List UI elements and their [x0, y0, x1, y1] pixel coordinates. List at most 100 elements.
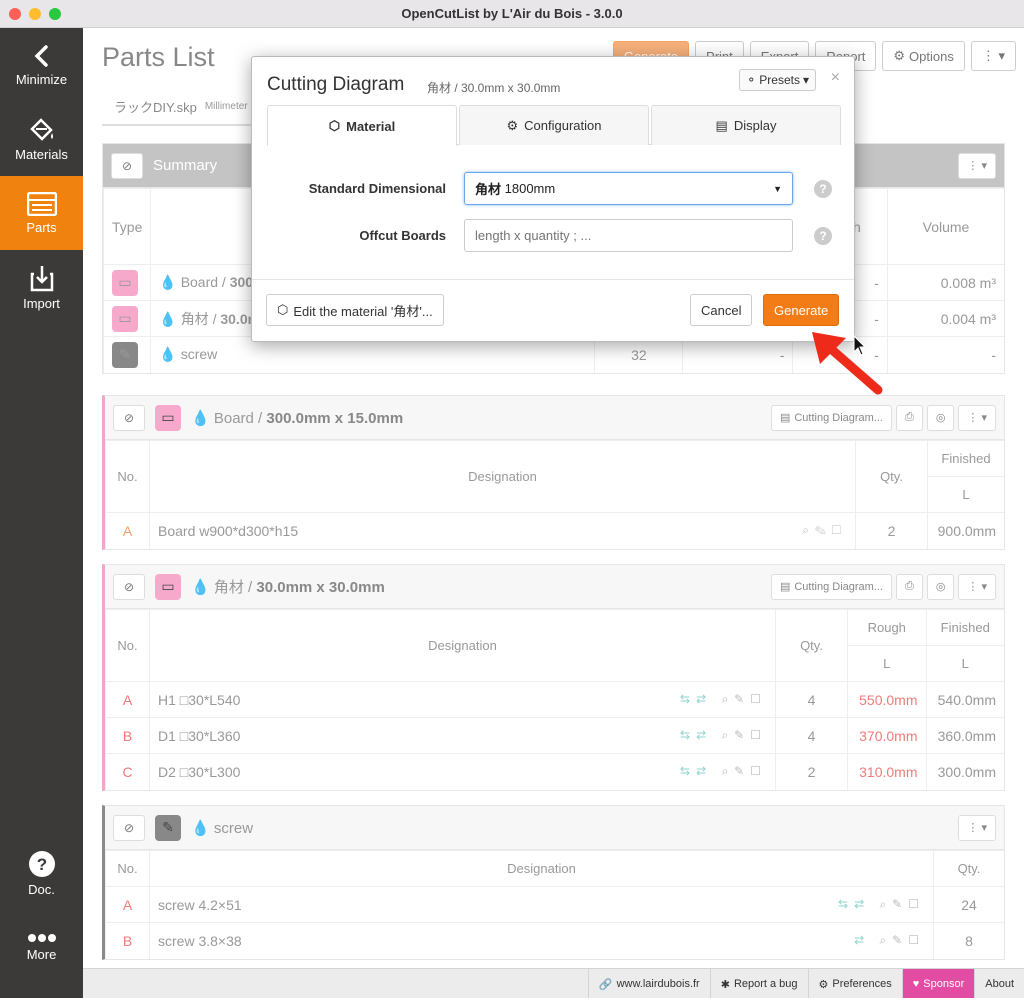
- tab-material[interactable]: ⬡ Material: [267, 105, 457, 146]
- volume-header: Volume: [886, 188, 1004, 265]
- table-row[interactable]: A H1 □30*L540 ⇆⇄ ⌕✎☐ 4 550.0mm 540.0mm: [105, 681, 1004, 718]
- tab-label: Display: [733, 118, 777, 133]
- more-icon: [27, 933, 56, 942]
- row-designation: H1 □30*L540: [158, 691, 241, 708]
- row-rough: 370.0mm: [847, 717, 926, 754]
- close-window-button[interactable]: [9, 8, 21, 20]
- sidebar-item-more[interactable]: More: [0, 910, 83, 984]
- report-bug-link[interactable]: ✱ Report a bug: [709, 969, 808, 998]
- tab-display[interactable]: ▤ Display: [651, 105, 841, 145]
- preferences-link[interactable]: ⚙ Preferences: [807, 969, 902, 998]
- eye-slash-icon[interactable]: ⊘: [113, 814, 145, 841]
- import-icon: [30, 265, 53, 291]
- table-row[interactable]: B D1 □30*L360 ⇆⇄ ⌕✎☐ 4 370.0mm 360.0mm: [105, 717, 1004, 754]
- close-icon[interactable]: ×: [831, 69, 840, 87]
- unit-label: Millimeter: [204, 100, 248, 112]
- window-title: OpenCutList by L'Air du Bois - 3.0.0: [401, 6, 623, 21]
- summary-menu-button[interactable]: ⋮ ▾: [958, 152, 996, 179]
- cutting-diagram-button[interactable]: ▤ Cutting Diagram...: [770, 573, 892, 600]
- sidebar-item-label: Materials: [15, 146, 68, 162]
- table-row[interactable]: B screw 3.8×38 ⇄ ⌕✎☐ 8: [105, 922, 1004, 959]
- cancel-label: Cancel: [701, 302, 742, 318]
- row-action-icons[interactable]: ⇆⇄ ⌕✎☐: [838, 897, 925, 912]
- file-tab[interactable]: ラックDIY.skp Millimeter: [102, 88, 260, 126]
- offcut-boards-input[interactable]: [464, 219, 793, 252]
- eye-slash-icon[interactable]: ⊘: [111, 152, 143, 179]
- table-row[interactable]: A screw 4.2×51 ⇆⇄ ⌕✎☐ 24: [105, 886, 1004, 923]
- row-action-icons[interactable]: ⇆⇄ ⌕✎☐: [680, 764, 767, 779]
- minimize-window-button[interactable]: [29, 8, 41, 20]
- divider: [252, 279, 854, 280]
- caret-down-icon: ▼: [773, 183, 782, 194]
- row-action-icons[interactable]: ⇆⇄ ⌕✎☐: [680, 692, 767, 707]
- cutting-diagram-button[interactable]: ▤ Cutting Diagram...: [770, 404, 892, 431]
- board-material-icon: ▭: [155, 404, 181, 431]
- eye-slash-icon[interactable]: ⊘: [113, 573, 145, 600]
- help-icon[interactable]: ?: [814, 227, 832, 245]
- sidebar-item-minimize[interactable]: Minimize: [0, 28, 83, 102]
- dimensional-material-icon: ▭: [112, 305, 138, 332]
- highlight-button[interactable]: ◎: [926, 573, 955, 600]
- caret-down-icon: ▾: [802, 73, 809, 87]
- group-dims: 300.0mm x 15.0mm: [266, 409, 404, 427]
- material-icon: ⬡: [277, 302, 289, 317]
- row-action-icons[interactable]: ⇆⇄ ⌕✎☐: [680, 728, 767, 743]
- about-label: About: [985, 978, 1014, 990]
- presets-icon: ⚬: [746, 73, 757, 87]
- table-row[interactable]: C D2 □30*L300 ⇆⇄ ⌕✎☐ 2 310.0mm 300.0mm: [105, 753, 1004, 790]
- finished-header: Finished: [927, 440, 1004, 477]
- offcut-boards-label: Offcut Boards: [359, 228, 446, 243]
- about-link[interactable]: About: [974, 969, 1024, 998]
- paint-bucket-icon: [29, 117, 53, 141]
- eye-slash-icon[interactable]: ⊘: [113, 404, 145, 431]
- row-finished: 540.0mm: [925, 681, 1004, 718]
- table-row[interactable]: A Board w900*d300*h15 ⌕✎☐ 2 900.0mm: [105, 512, 1004, 549]
- row-rough: 550.0mm: [847, 681, 926, 718]
- options-button[interactable]: ⚙ Options: [882, 41, 965, 71]
- sidebar-item-label: Parts: [26, 219, 57, 235]
- report-bug-label: Report a bug: [733, 978, 798, 990]
- sidebar-item-parts[interactable]: Parts: [0, 176, 83, 250]
- edit-material-button[interactable]: ⬡ Edit the material '角材'...: [266, 294, 444, 326]
- row-qty: 4: [775, 717, 848, 754]
- website-link[interactable]: 🔗 www.lairdubois.fr: [587, 969, 710, 998]
- row-action-icons[interactable]: ⌕✎☐: [802, 523, 847, 538]
- qty-header: Qty.: [855, 440, 928, 513]
- maximize-window-button[interactable]: [49, 8, 61, 20]
- qty-header: Qty.: [933, 850, 1004, 887]
- cutting-diagram-dialog: Cutting Diagram 角材 / 30.0mm x 30.0mm ⚬ Pr…: [251, 56, 855, 342]
- board-material-icon: ▭: [112, 269, 138, 296]
- sidebar-item-materials[interactable]: Materials: [0, 102, 83, 176]
- row-designation: Board w900*d300*h15: [158, 522, 299, 539]
- row-letter: B: [105, 922, 150, 959]
- highlight-button[interactable]: ◎: [926, 404, 955, 431]
- rough-length-header: L: [847, 645, 926, 682]
- row-letter: B: [105, 717, 150, 754]
- labels-button[interactable]: ⎙: [896, 404, 923, 431]
- designation-header: Designation: [149, 440, 856, 513]
- labels-button[interactable]: ⎙: [896, 573, 923, 600]
- group-menu-button[interactable]: ⋮ ▾: [958, 814, 996, 841]
- hardware-material-icon: ✎: [155, 814, 181, 841]
- presets-dropdown[interactable]: ⚬ Presets ▾: [739, 69, 816, 91]
- sidebar-item-doc[interactable]: ? Doc.: [0, 836, 83, 910]
- select-material-name: 角材: [475, 182, 502, 197]
- row-action-icons[interactable]: ⇄ ⌕✎☐: [854, 933, 925, 948]
- sidebar-item-import[interactable]: Import: [0, 250, 83, 324]
- group-menu-button[interactable]: ⋮ ▾: [958, 404, 996, 431]
- cancel-button[interactable]: Cancel: [690, 294, 753, 326]
- group-menu-button[interactable]: ⋮ ▾: [958, 573, 996, 600]
- sponsor-link[interactable]: ♥ Sponsor: [901, 969, 975, 998]
- help-icon[interactable]: ?: [814, 180, 832, 198]
- svg-text:?: ?: [36, 855, 46, 874]
- material-icon: ⬡: [328, 118, 341, 133]
- status-bar: 🔗 www.lairdubois.fr ✱ Report a bug ⚙ Prefer…: [83, 968, 1024, 998]
- dialog-tabs: ⬡ Material ⚙ Configuration ▤ Display: [267, 105, 841, 146]
- standard-dimensional-select[interactable]: 角材 1800mm ▼: [464, 172, 793, 205]
- gear-icon: ⚙: [818, 978, 829, 991]
- tab-configuration[interactable]: ⚙ Configuration: [459, 105, 649, 145]
- row-finished: 300.0mm: [925, 753, 1004, 790]
- file-name: ラックDIY.skp: [114, 99, 197, 115]
- row-volume: 0.004 m³: [886, 300, 1004, 337]
- more-menu-button[interactable]: ⋮ ▾: [970, 41, 1016, 71]
